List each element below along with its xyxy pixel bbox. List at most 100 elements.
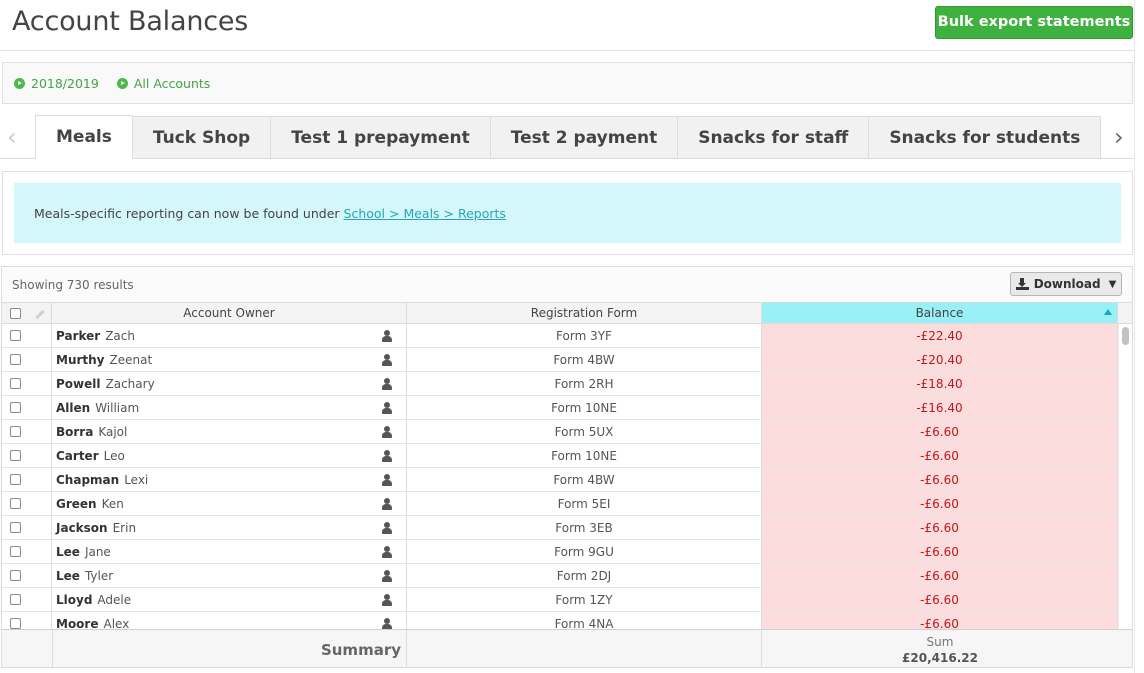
row-select-cell xyxy=(2,372,28,395)
tab-snacks-for-students[interactable]: Snacks for students xyxy=(869,116,1101,159)
owner-first-name: Tyler xyxy=(84,568,114,583)
user-icon[interactable] xyxy=(382,594,392,606)
tab-test-2-payment[interactable]: Test 2 payment xyxy=(490,116,679,159)
owner-first-name: Erin xyxy=(112,520,137,535)
table-row[interactable]: Lloyd Adele Form 1ZY -£6.60 xyxy=(2,588,1118,612)
row-checkbox[interactable] xyxy=(9,546,21,557)
scrollbar-thumb[interactable] xyxy=(1122,327,1129,345)
user-icon[interactable] xyxy=(382,330,392,342)
tab-tuck-shop[interactable]: Tuck Shop xyxy=(132,116,272,159)
meals-reports-link[interactable]: School > Meals > Reports xyxy=(344,206,506,221)
user-icon[interactable] xyxy=(382,378,392,390)
filter-academic-year[interactable]: 2018/2019 xyxy=(14,76,99,91)
table-row[interactable]: Powell Zachary Form 2RH -£18.40 xyxy=(2,372,1118,396)
balance-cell: -£6.60 xyxy=(762,420,1118,443)
vertical-scrollbar[interactable] xyxy=(1118,324,1132,629)
table-row[interactable]: Parker Zach Form 3YF -£22.40 xyxy=(2,324,1118,348)
owner-surname: Chapman xyxy=(56,472,120,487)
user-icon[interactable] xyxy=(382,354,392,366)
column-header-balance[interactable]: Balance xyxy=(762,303,1118,323)
row-checkbox[interactable] xyxy=(9,570,21,581)
table-row[interactable]: Borra Kajol Form 5UX -£6.60 xyxy=(2,420,1118,444)
user-icon[interactable] xyxy=(382,522,392,534)
user-icon[interactable] xyxy=(382,474,392,486)
balance-cell: -£6.60 xyxy=(762,444,1118,467)
sum-caption: Sum xyxy=(926,635,954,649)
table-row[interactable]: Carter Leo Form 10NE -£6.60 xyxy=(2,444,1118,468)
column-header-owner[interactable]: Account Owner xyxy=(52,303,407,323)
account-owner-cell: Allen William xyxy=(52,396,407,419)
user-icon[interactable] xyxy=(382,426,392,438)
table-row[interactable]: Chapman Lexi Form 4BW -£6.60 xyxy=(2,468,1118,492)
row-edit-cell xyxy=(28,564,52,587)
row-checkbox[interactable] xyxy=(9,474,21,485)
notice-panel: Meals-specific reporting can now be foun… xyxy=(2,171,1133,255)
row-select-cell xyxy=(2,444,28,467)
table-row[interactable]: Lee Tyler Form 2DJ -£6.60 xyxy=(2,564,1118,588)
bulk-export-statements-button[interactable]: Bulk export statements xyxy=(935,6,1133,39)
balance-cell: -£6.60 xyxy=(762,588,1118,611)
balance-cell: -£6.60 xyxy=(762,516,1118,539)
account-owner-cell: Green Ken xyxy=(52,492,407,515)
filter-accounts[interactable]: All Accounts xyxy=(116,76,210,91)
table-row[interactable]: Jackson Erin Form 3EB -£6.60 xyxy=(2,516,1118,540)
row-edit-cell xyxy=(28,588,52,611)
pencil-icon xyxy=(34,308,45,319)
row-checkbox[interactable] xyxy=(9,450,21,461)
owner-first-name: Lexi xyxy=(124,472,149,487)
user-icon[interactable] xyxy=(382,618,392,629)
owner-first-name: Jane xyxy=(84,544,111,559)
owner-surname: Borra xyxy=(56,424,94,439)
user-icon[interactable] xyxy=(382,498,392,510)
tab-meals[interactable]: Meals xyxy=(35,115,133,159)
row-checkbox[interactable] xyxy=(9,354,21,365)
row-select-cell xyxy=(2,468,28,491)
table-row[interactable]: Moore Alex Form 4NA -£6.60 xyxy=(2,612,1118,629)
account-owner-cell: Borra Kajol xyxy=(52,420,407,443)
column-header-form[interactable]: Registration Form xyxy=(407,303,762,323)
user-icon[interactable] xyxy=(382,450,392,462)
account-owner-cell: Lloyd Adele xyxy=(52,588,407,611)
table-row[interactable]: Green Ken Form 5EI -£6.60 xyxy=(2,492,1118,516)
row-checkbox[interactable] xyxy=(9,594,21,605)
tab-test-1-prepayment[interactable]: Test 1 prepayment xyxy=(271,116,491,159)
row-checkbox[interactable] xyxy=(9,522,21,533)
chevron-left-icon[interactable]: ‹ xyxy=(7,125,17,149)
row-checkbox[interactable] xyxy=(9,378,21,389)
registration-form-cell: Form 1ZY xyxy=(407,588,762,611)
row-checkbox[interactable] xyxy=(9,498,21,509)
row-edit-cell xyxy=(28,372,52,395)
owner-surname: Parker xyxy=(56,328,101,343)
registration-form-cell: Form 5EI xyxy=(407,492,762,515)
play-circle-icon xyxy=(116,77,128,89)
row-checkbox[interactable] xyxy=(9,618,21,629)
download-button[interactable]: Download ▼ xyxy=(1010,272,1122,296)
account-owner-cell: Moore Alex xyxy=(52,612,407,629)
owner-surname: Green xyxy=(56,496,97,511)
registration-form-cell: Form 3EB xyxy=(407,516,762,539)
tab-snacks-for-staff[interactable]: Snacks for staff xyxy=(678,116,870,159)
row-checkbox[interactable] xyxy=(9,330,21,341)
row-checkbox[interactable] xyxy=(9,402,21,413)
table-row[interactable]: Murthy Zeenat Form 4BW -£20.40 xyxy=(2,348,1118,372)
page-title: Account Balances xyxy=(12,6,249,37)
balance-cell: -£6.60 xyxy=(762,492,1118,515)
table-row[interactable]: Lee Jane Form 9GU -£6.60 xyxy=(2,540,1118,564)
balance-cell: -£16.40 xyxy=(762,396,1118,419)
user-icon[interactable] xyxy=(382,402,392,414)
registration-form-cell: Form 10NE xyxy=(407,444,762,467)
row-select-cell xyxy=(2,564,28,587)
chevron-right-icon[interactable]: › xyxy=(1114,125,1124,149)
filter-bar: 2018/2019 All Accounts xyxy=(2,62,1133,104)
owner-surname: Lee xyxy=(56,544,80,559)
balance-cell: -£6.60 xyxy=(762,564,1118,587)
registration-form-cell: Form 5UX xyxy=(407,420,762,443)
row-edit-cell xyxy=(28,612,52,629)
user-icon[interactable] xyxy=(382,546,392,558)
balances-grid: Showing 730 results Download ▼ Account O… xyxy=(1,266,1133,668)
row-select-cell xyxy=(2,492,28,515)
table-row[interactable]: Allen William Form 10NE -£16.40 xyxy=(2,396,1118,420)
select-all-checkbox[interactable] xyxy=(9,307,21,319)
row-checkbox[interactable] xyxy=(9,426,21,437)
user-icon[interactable] xyxy=(382,570,392,582)
